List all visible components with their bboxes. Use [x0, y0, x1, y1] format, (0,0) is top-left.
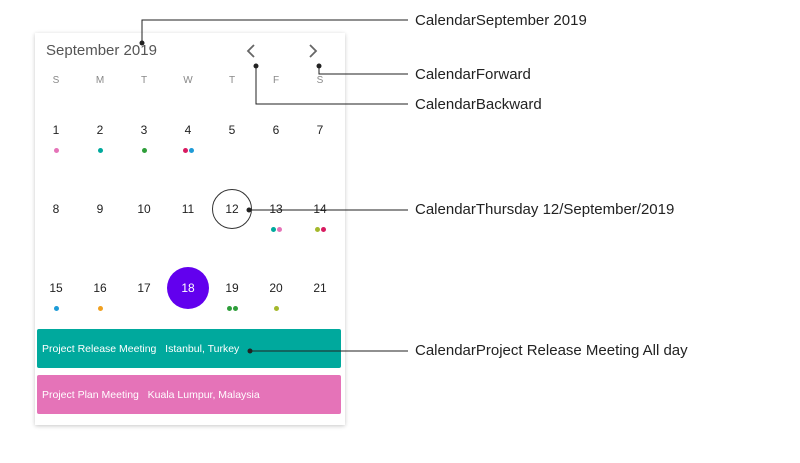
event-title: Project Plan Meeting: [42, 388, 139, 401]
day-cell-18[interactable]: 18: [166, 267, 210, 321]
event-indicators: [210, 306, 254, 311]
weekday-label: W: [183, 75, 193, 86]
day-number: 20: [269, 281, 283, 295]
event-indicators: [35, 148, 78, 153]
day-cell-12[interactable]: 12: [210, 189, 254, 242]
day-cell-8[interactable]: 8: [35, 202, 78, 242]
day-cell-3[interactable]: 3: [122, 123, 166, 163]
day-number: 6: [272, 123, 280, 137]
event-dot: [141, 148, 147, 153]
weekday-label: S: [316, 75, 324, 86]
event-dot: [53, 148, 59, 153]
event-dot: [182, 148, 188, 153]
day-number: 16: [93, 281, 107, 295]
calendar-forward-button[interactable]: [306, 43, 320, 59]
day-number: 9: [96, 202, 104, 216]
weekday-label: S: [52, 75, 60, 86]
event-location: Istanbul, Turkey: [165, 342, 240, 355]
event-dot: [273, 306, 279, 311]
calendar-card: September 2019 SMTWTFS 1 2 3 4 5 6 7 8 9 10 11 12 13…: [35, 33, 345, 425]
day-number: 19: [225, 281, 239, 295]
day-number: 10: [137, 202, 151, 216]
day-number: 18: [181, 281, 195, 295]
event-title: Project Release Meeting: [42, 342, 157, 355]
event-dot: [226, 306, 232, 311]
event-indicators: [78, 148, 122, 153]
event-dot: [276, 227, 282, 232]
weekday-label: T: [228, 75, 236, 86]
event-project-release-meeting[interactable]: Project Release Meeting Istanbul, Turkey: [37, 329, 341, 368]
day-cell-15[interactable]: 15: [35, 281, 78, 321]
day-number: 4: [184, 123, 192, 137]
day-cell-14[interactable]: 14: [298, 202, 342, 242]
weekday-label: M: [95, 75, 105, 86]
callout-label-day-12: CalendarThursday 12/September/2019: [415, 201, 675, 218]
event-dot: [232, 306, 238, 311]
event-indicators: [254, 227, 298, 232]
day-cell-19[interactable]: 19: [210, 281, 254, 321]
event-dot: [53, 306, 59, 311]
day-cell-16[interactable]: 16: [78, 281, 122, 321]
month-title: September 2019: [46, 42, 157, 59]
day-number: 2: [96, 123, 104, 137]
day-cell-21[interactable]: 21: [298, 281, 342, 321]
day-number: 14: [313, 202, 327, 216]
event-indicators: [122, 148, 166, 153]
callout-label-forward: CalendarForward: [415, 66, 531, 83]
day-cell-4[interactable]: 4: [166, 123, 210, 163]
day-number: 11: [181, 202, 195, 216]
weekday-label: T: [140, 75, 148, 86]
day-number: 17: [137, 281, 151, 295]
day-cell-7[interactable]: 7: [298, 123, 342, 163]
chevron-right-icon: [309, 44, 318, 58]
day-cell-1[interactable]: 1: [35, 123, 78, 163]
callout-label-month: CalendarSeptember 2019: [415, 12, 587, 29]
event-indicators: [35, 306, 78, 311]
day-cell-9[interactable]: 9: [78, 202, 122, 242]
day-number: 8: [52, 202, 60, 216]
day-number: 21: [313, 281, 327, 295]
calendar-backward-button[interactable]: [244, 43, 258, 59]
day-cell-11[interactable]: 11: [166, 202, 210, 242]
day-number: 15: [49, 281, 63, 295]
event-dot: [320, 227, 326, 232]
event-indicators: [78, 306, 122, 311]
day-number: 1: [52, 123, 60, 137]
event-dot: [188, 148, 194, 153]
day-cell-10[interactable]: 10: [122, 202, 166, 242]
callout-label-backward: CalendarBackward: [415, 96, 542, 113]
day-number: 13: [269, 202, 283, 216]
event-project-plan-meeting[interactable]: Project Plan Meeting Kuala Lumpur, Malay…: [37, 375, 341, 414]
day-number: 5: [228, 123, 236, 137]
day-cell-13[interactable]: 13: [254, 202, 298, 242]
day-cell-6[interactable]: 6: [254, 123, 298, 163]
day-cell-20[interactable]: 20: [254, 281, 298, 321]
chevron-left-icon: [246, 44, 255, 58]
callout-label-event: CalendarProject Release Meeting All day: [415, 342, 688, 359]
day-number: 12: [225, 202, 239, 216]
day-cell-5[interactable]: 5: [210, 123, 254, 163]
day-cell-2[interactable]: 2: [78, 123, 122, 163]
event-dot: [97, 306, 103, 311]
event-dot: [270, 227, 276, 232]
day-number: 7: [316, 123, 324, 137]
event-location: Kuala Lumpur, Malaysia: [147, 388, 260, 401]
event-indicators: [298, 227, 342, 232]
day-number: 3: [140, 123, 148, 137]
event-indicators: [254, 306, 298, 311]
event-indicators: [166, 148, 210, 153]
weekday-label: F: [272, 75, 280, 86]
event-dot: [314, 227, 320, 232]
day-cell-17[interactable]: 17: [122, 281, 166, 321]
event-dot: [97, 148, 103, 153]
